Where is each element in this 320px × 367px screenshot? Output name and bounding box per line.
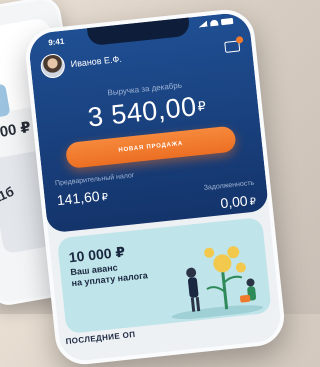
avatar[interactable] [39,52,66,80]
money-tree-illustration [171,246,264,320]
tax-amount: 141,60 [56,187,101,209]
battery-icon [220,17,234,26]
debt-amount: 0,00 [219,192,249,212]
debt-label: Задолженность [203,179,255,192]
status-icons [198,17,234,28]
debt-value: 0,00₽ [219,192,257,212]
tax-currency: ₽ [101,191,109,204]
mail-icon[interactable] [224,40,241,53]
phone-screen: Иванов Е.Ф. Выручка за декабрь 3 540,00₽… [22,6,288,367]
tax-label: Предварительный налог [54,172,135,188]
wifi-icon [209,19,219,27]
new-sale-label: НОВАЯ ПРОДАЖА [118,140,184,154]
signal-icon [198,21,208,28]
status-time: 9:41 [47,36,65,48]
advance-promo-card[interactable]: 10 000 ₽ Ваш аванс на уплату налога [56,217,272,335]
user-name[interactable]: Иванов Е.Ф. [70,54,122,69]
background-amount: 0,00 ₽ [0,118,33,144]
revenue-currency: ₽ [196,98,208,115]
tax-value: 141,60₽ [56,187,109,208]
debt-currency: ₽ [249,196,257,209]
